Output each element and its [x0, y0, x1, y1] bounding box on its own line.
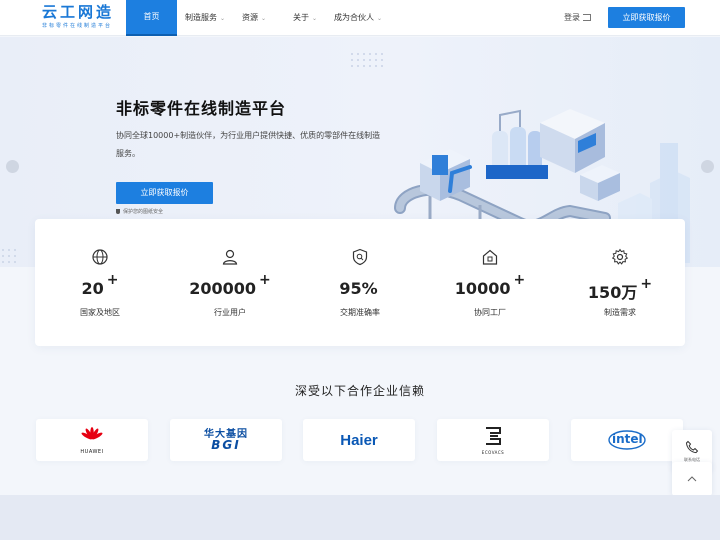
gear-icon [611, 248, 629, 265]
partner-logo-huawei[interactable]: HUAWEI [36, 419, 148, 461]
stat-number: 10000 [454, 279, 511, 298]
bgi-wordmark: BGI [211, 438, 241, 452]
ecovacs-logo: ECOVACS [482, 426, 504, 455]
login-icon [583, 14, 591, 21]
stat-delivery-accuracy: 95% 交期准确率 [295, 219, 425, 346]
partner-logo-haier[interactable]: Haier [303, 419, 415, 461]
huawei-logo: HUAWEI [79, 426, 105, 455]
nav-partner[interactable]: 成为合伙人 ⌄ [334, 0, 382, 36]
globe-icon [92, 249, 108, 265]
stat-value: 200000 + [165, 272, 295, 298]
back-to-top-button[interactable] [672, 462, 712, 496]
footer-band [0, 495, 720, 540]
stat-countries: 20 + 国家及地区 [35, 219, 165, 346]
chevron-up-icon [687, 476, 697, 482]
hero-note-text: 保护您的图纸安全 [123, 209, 164, 215]
user-icon [222, 249, 238, 265]
partners-title: 深受以下合作企业信赖 [294, 384, 425, 398]
chevron-down-icon: ⌄ [377, 15, 383, 22]
carousel-prev-button[interactable] [6, 160, 19, 173]
stats-card: 20 + 国家及地区 200000 + 行业用户 95% 交期准确率 10000 + … [35, 219, 685, 346]
plus-sign: + [513, 272, 526, 288]
stat-label: 制造需求 [604, 308, 636, 317]
nav-label: 资源 [242, 13, 258, 22]
stat-value: 20 + [35, 272, 165, 298]
chevron-down-icon: ⌄ [312, 15, 318, 22]
stat-number: 20 [81, 279, 104, 298]
stat-users: 200000 + 行业用户 [165, 219, 295, 346]
nav-label: 制造服务 [185, 13, 217, 22]
huawei-flower-icon [81, 426, 103, 439]
nav-label: 成为合伙人 [334, 13, 374, 22]
stat-number: 150万 [587, 283, 638, 302]
login-link[interactable]: 登录 [564, 12, 591, 24]
stat-demands: 150万 + 制造需求 [555, 219, 685, 346]
partner-logo-bgi[interactable]: 华大基因 BGI [170, 419, 282, 461]
nav-label: 关于 [293, 13, 309, 22]
stat-number: 200000 [189, 279, 257, 298]
stat-label: 交期准确率 [340, 308, 380, 317]
chevron-down-icon: ⌄ [261, 15, 267, 22]
stat-value: 95% [295, 279, 425, 298]
intel-wordmark: intel [612, 432, 643, 446]
factory-icon [482, 249, 498, 265]
carousel-next-button[interactable] [701, 160, 714, 173]
stat-number: 95% [339, 279, 378, 298]
intel-logo: intel [607, 429, 647, 451]
decor-dots [351, 53, 383, 67]
plus-sign: + [640, 276, 653, 292]
hero-note: 保护您的图纸安全 [116, 208, 163, 215]
shield-check-icon [352, 248, 368, 266]
stat-factories: 10000 + 协同工厂 [425, 219, 555, 346]
partner-logo-ecovacs[interactable]: ECOVACS [437, 419, 549, 461]
get-quote-button[interactable]: 立即获取报价 [608, 7, 685, 28]
bgi-logo: 华大基因 BGI [204, 429, 248, 451]
nav-home[interactable]: 首页 [126, 0, 177, 36]
stat-label: 协同工厂 [474, 308, 506, 317]
site-logo[interactable]: 云工网造 非标零件在线制造平台 [42, 4, 118, 32]
hero-description: 协同全球10000+制造伙伴，为行业用户提供快捷、优质的零部件在线制造服务。 [116, 131, 381, 158]
haier-wordmark: Haier [340, 431, 378, 449]
stat-value: 150万 + [555, 276, 685, 303]
header: 云工网造 非标零件在线制造平台 首页 制造服务 ⌄ 资源 ⌄ 关于 ⌄ 成为合伙人 ⌄ … [0, 0, 720, 36]
logo-subtitle: 非标零件在线制造平台 [42, 23, 113, 29]
hero-quote-button[interactable]: 立即获取报价 [116, 182, 213, 204]
huawei-wordmark: HUAWEI [80, 448, 104, 455]
login-label: 登录 [564, 13, 580, 22]
decor-dots [2, 249, 16, 263]
phone-icon [685, 440, 699, 454]
stat-value: 10000 + [425, 272, 555, 298]
nav-manufacturing-services[interactable]: 制造服务 ⌄ [185, 0, 225, 36]
logo-title: 云工网造 [42, 3, 115, 21]
nav-about[interactable]: 关于 ⌄ [293, 0, 317, 36]
chevron-down-icon: ⌄ [220, 15, 226, 22]
stat-label: 行业用户 [214, 308, 246, 317]
ecovacs-mark-icon [485, 426, 501, 445]
shield-icon [116, 209, 120, 214]
plus-sign: + [106, 272, 119, 288]
plus-sign: + [259, 272, 271, 288]
stat-label: 国家及地区 [80, 308, 120, 317]
ecovacs-wordmark: ECOVACS [481, 449, 505, 455]
hero-title: 非标零件在线制造平台 [116, 99, 287, 118]
partner-logo-intel[interactable]: intel [571, 419, 683, 461]
nav-resources[interactable]: 资源 ⌄ [242, 0, 266, 36]
